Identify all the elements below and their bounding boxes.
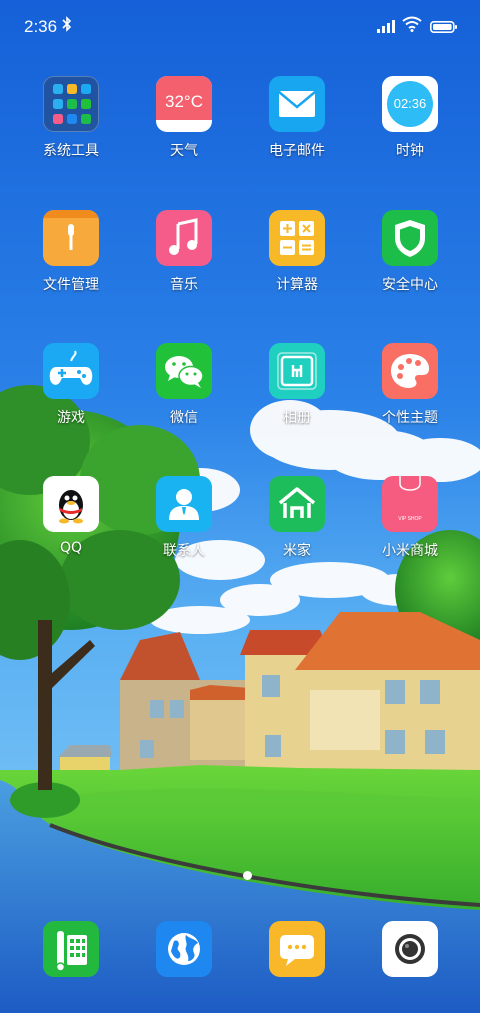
dock-camera[interactable] [355, 921, 465, 977]
app-label: QQ [59, 540, 83, 556]
dock-messages[interactable] [242, 921, 352, 977]
camera-icon [382, 921, 438, 977]
app-clock[interactable]: 02:36 时钟 [355, 76, 465, 160]
mi-store-bag-icon: VIP SHOP [382, 476, 438, 532]
app-label: 微信 [170, 410, 198, 426]
weather-icon: 32°C [156, 76, 212, 132]
app-security-center[interactable]: 安全中心 [355, 210, 465, 294]
contacts-icon [156, 476, 212, 532]
game-controller-icon [43, 343, 99, 399]
status-bar: 2:36 [0, 0, 480, 52]
calculator-icon [269, 210, 325, 266]
qq-penguin-icon [43, 476, 99, 532]
app-label: 小米商城 [382, 543, 438, 559]
app-mijia[interactable]: 米家 [242, 476, 352, 560]
app-mi-store[interactable]: VIP SHOP 小米商城 [355, 476, 465, 560]
app-contacts[interactable]: 联系人 [129, 476, 239, 560]
email-icon [269, 76, 325, 132]
app-music[interactable]: 音乐 [129, 210, 239, 294]
gallery-icon [269, 343, 325, 399]
bluetooth-icon [62, 16, 72, 36]
app-weather[interactable]: 32°C 天气 [129, 76, 239, 160]
app-label: 相册 [283, 410, 311, 426]
app-label: 时钟 [396, 143, 424, 159]
wifi-icon [402, 16, 422, 36]
app-calculator[interactable]: 计算器 [242, 210, 352, 294]
app-email[interactable]: 电子邮件 [242, 76, 352, 160]
file-manager-icon [43, 210, 99, 266]
app-system-tools[interactable]: 系统工具 [16, 76, 126, 160]
browser-globe-icon [156, 921, 212, 977]
messages-icon [269, 921, 325, 977]
app-label: 米家 [283, 543, 311, 559]
app-qq[interactable]: QQ [16, 476, 126, 556]
app-label: 系统工具 [43, 143, 99, 159]
cellular-signal-icon [377, 18, 395, 37]
theme-palette-icon [382, 343, 438, 399]
phone-icon [43, 921, 99, 977]
page-indicator-dot[interactable] [243, 871, 252, 880]
mijia-home-icon [269, 476, 325, 532]
battery-icon [430, 18, 458, 37]
app-wechat[interactable]: 微信 [129, 343, 239, 427]
app-file-manager[interactable]: 文件管理 [16, 210, 126, 294]
app-label: 电子邮件 [269, 143, 325, 159]
app-label: 文件管理 [43, 277, 99, 293]
app-label: 音乐 [170, 277, 198, 293]
system-tools-folder-icon [43, 76, 99, 132]
app-label: 联系人 [163, 543, 205, 559]
app-label: 个性主题 [382, 410, 438, 426]
music-icon [156, 210, 212, 266]
dock-browser[interactable] [129, 921, 239, 977]
clock-icon: 02:36 [382, 76, 438, 132]
app-themes[interactable]: 个性主题 [355, 343, 465, 427]
app-label: 安全中心 [382, 277, 438, 293]
app-label: 游戏 [57, 410, 85, 426]
app-label: 计算器 [276, 277, 318, 293]
mi-store-badge-text: VIP SHOP [398, 516, 422, 522]
dock-phone[interactable] [16, 921, 126, 977]
app-label: 天气 [170, 143, 198, 159]
wechat-icon [156, 343, 212, 399]
security-shield-icon [382, 210, 438, 266]
app-gallery[interactable]: 相册 [242, 343, 352, 427]
weather-temperature: 32°C [156, 84, 212, 120]
clock-face-time: 02:36 [387, 81, 433, 127]
app-games[interactable]: 游戏 [16, 343, 126, 427]
status-time: 2:36 [24, 17, 58, 36]
